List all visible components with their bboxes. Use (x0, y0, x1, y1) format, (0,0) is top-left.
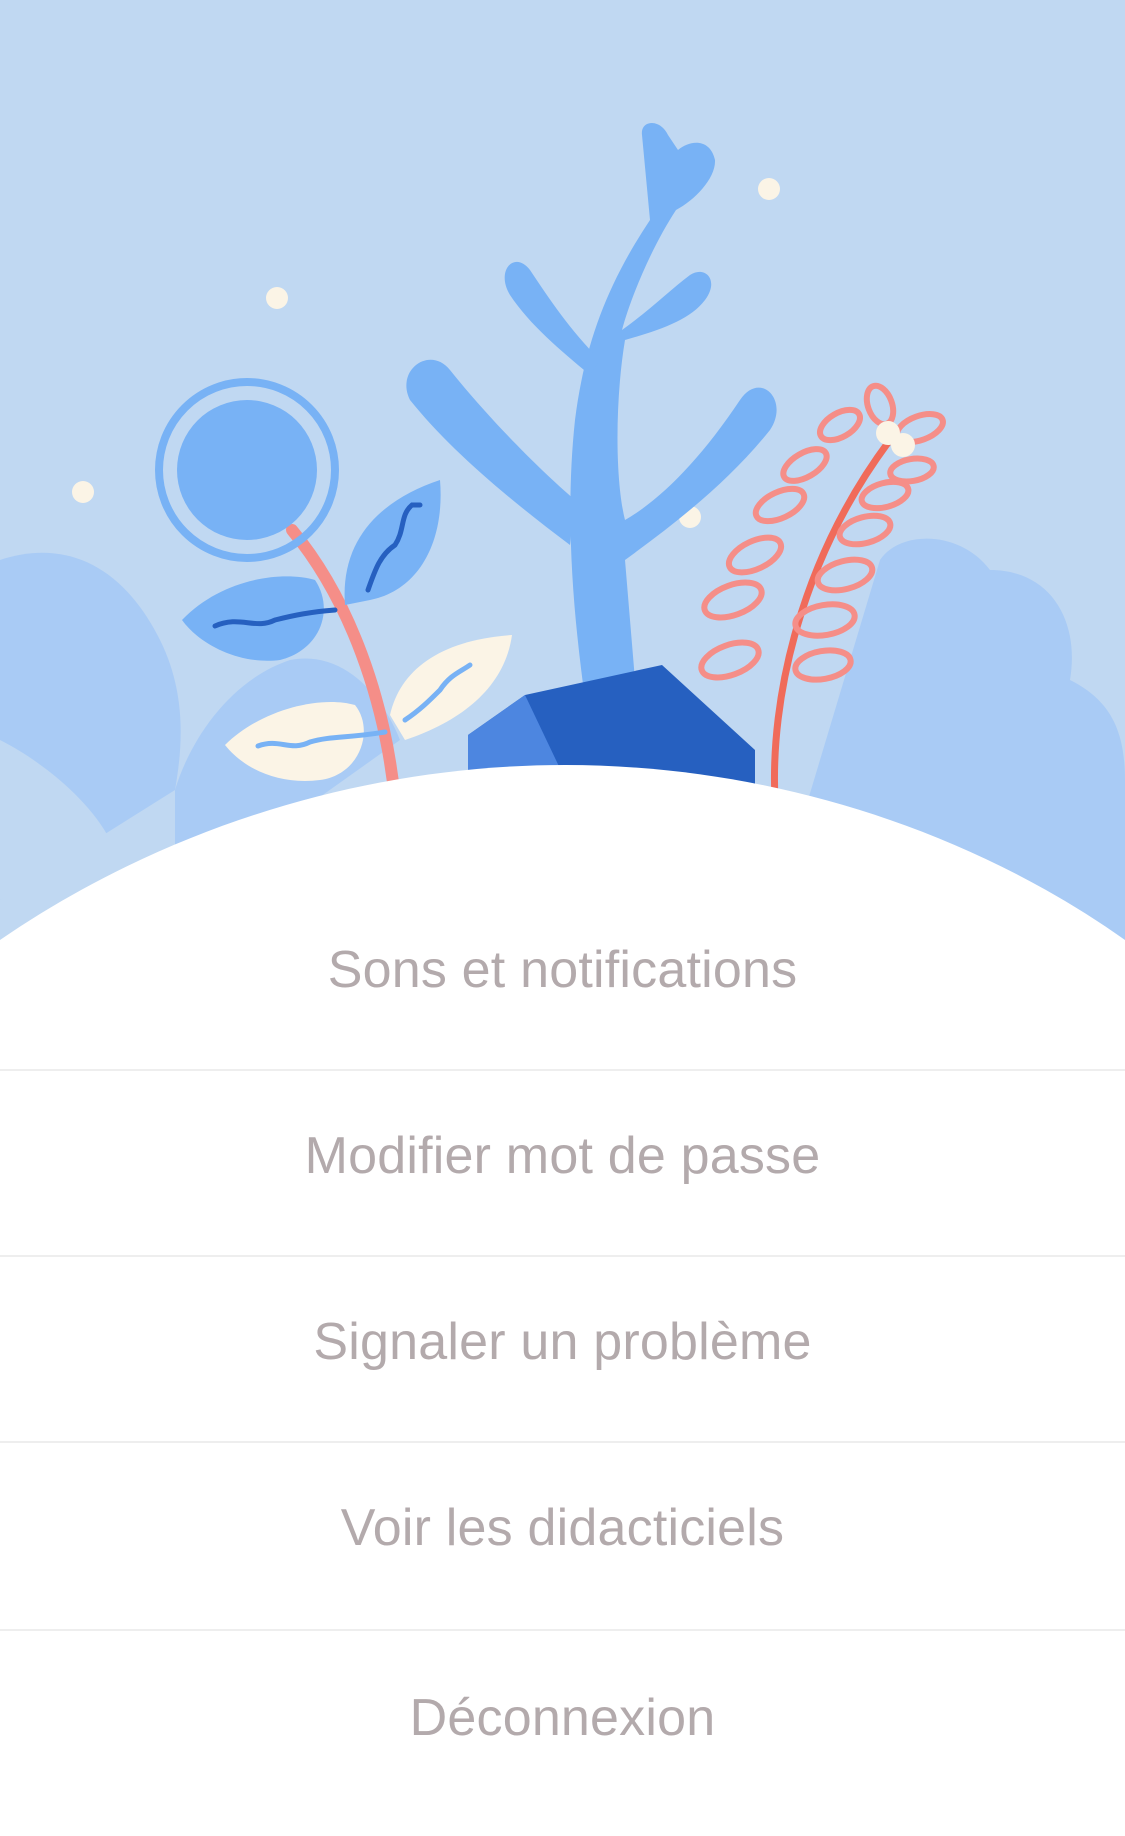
menu-item-label: Signaler un problème (313, 1313, 812, 1371)
menu-item-logout[interactable]: Déconnexion (0, 1625, 1125, 1811)
menu-item-sounds-notifications[interactable]: Sons et notifications (0, 877, 1125, 1063)
menu-item-report-problem[interactable]: Signaler un problème (0, 1249, 1125, 1435)
menu-item-label: Modifier mot de passe (304, 1127, 821, 1185)
menu-item-label: Sons et notifications (327, 941, 798, 999)
menu-item-tutorials[interactable]: Voir les didacticiels (0, 1435, 1125, 1621)
menu-item-label: Déconnexion (409, 1689, 716, 1747)
settings-menu: Sons et notifications Modifier mot de pa… (0, 0, 1125, 1836)
menu-item-label: Voir les didacticiels (340, 1499, 785, 1557)
menu-item-change-password[interactable]: Modifier mot de passe (0, 1063, 1125, 1249)
